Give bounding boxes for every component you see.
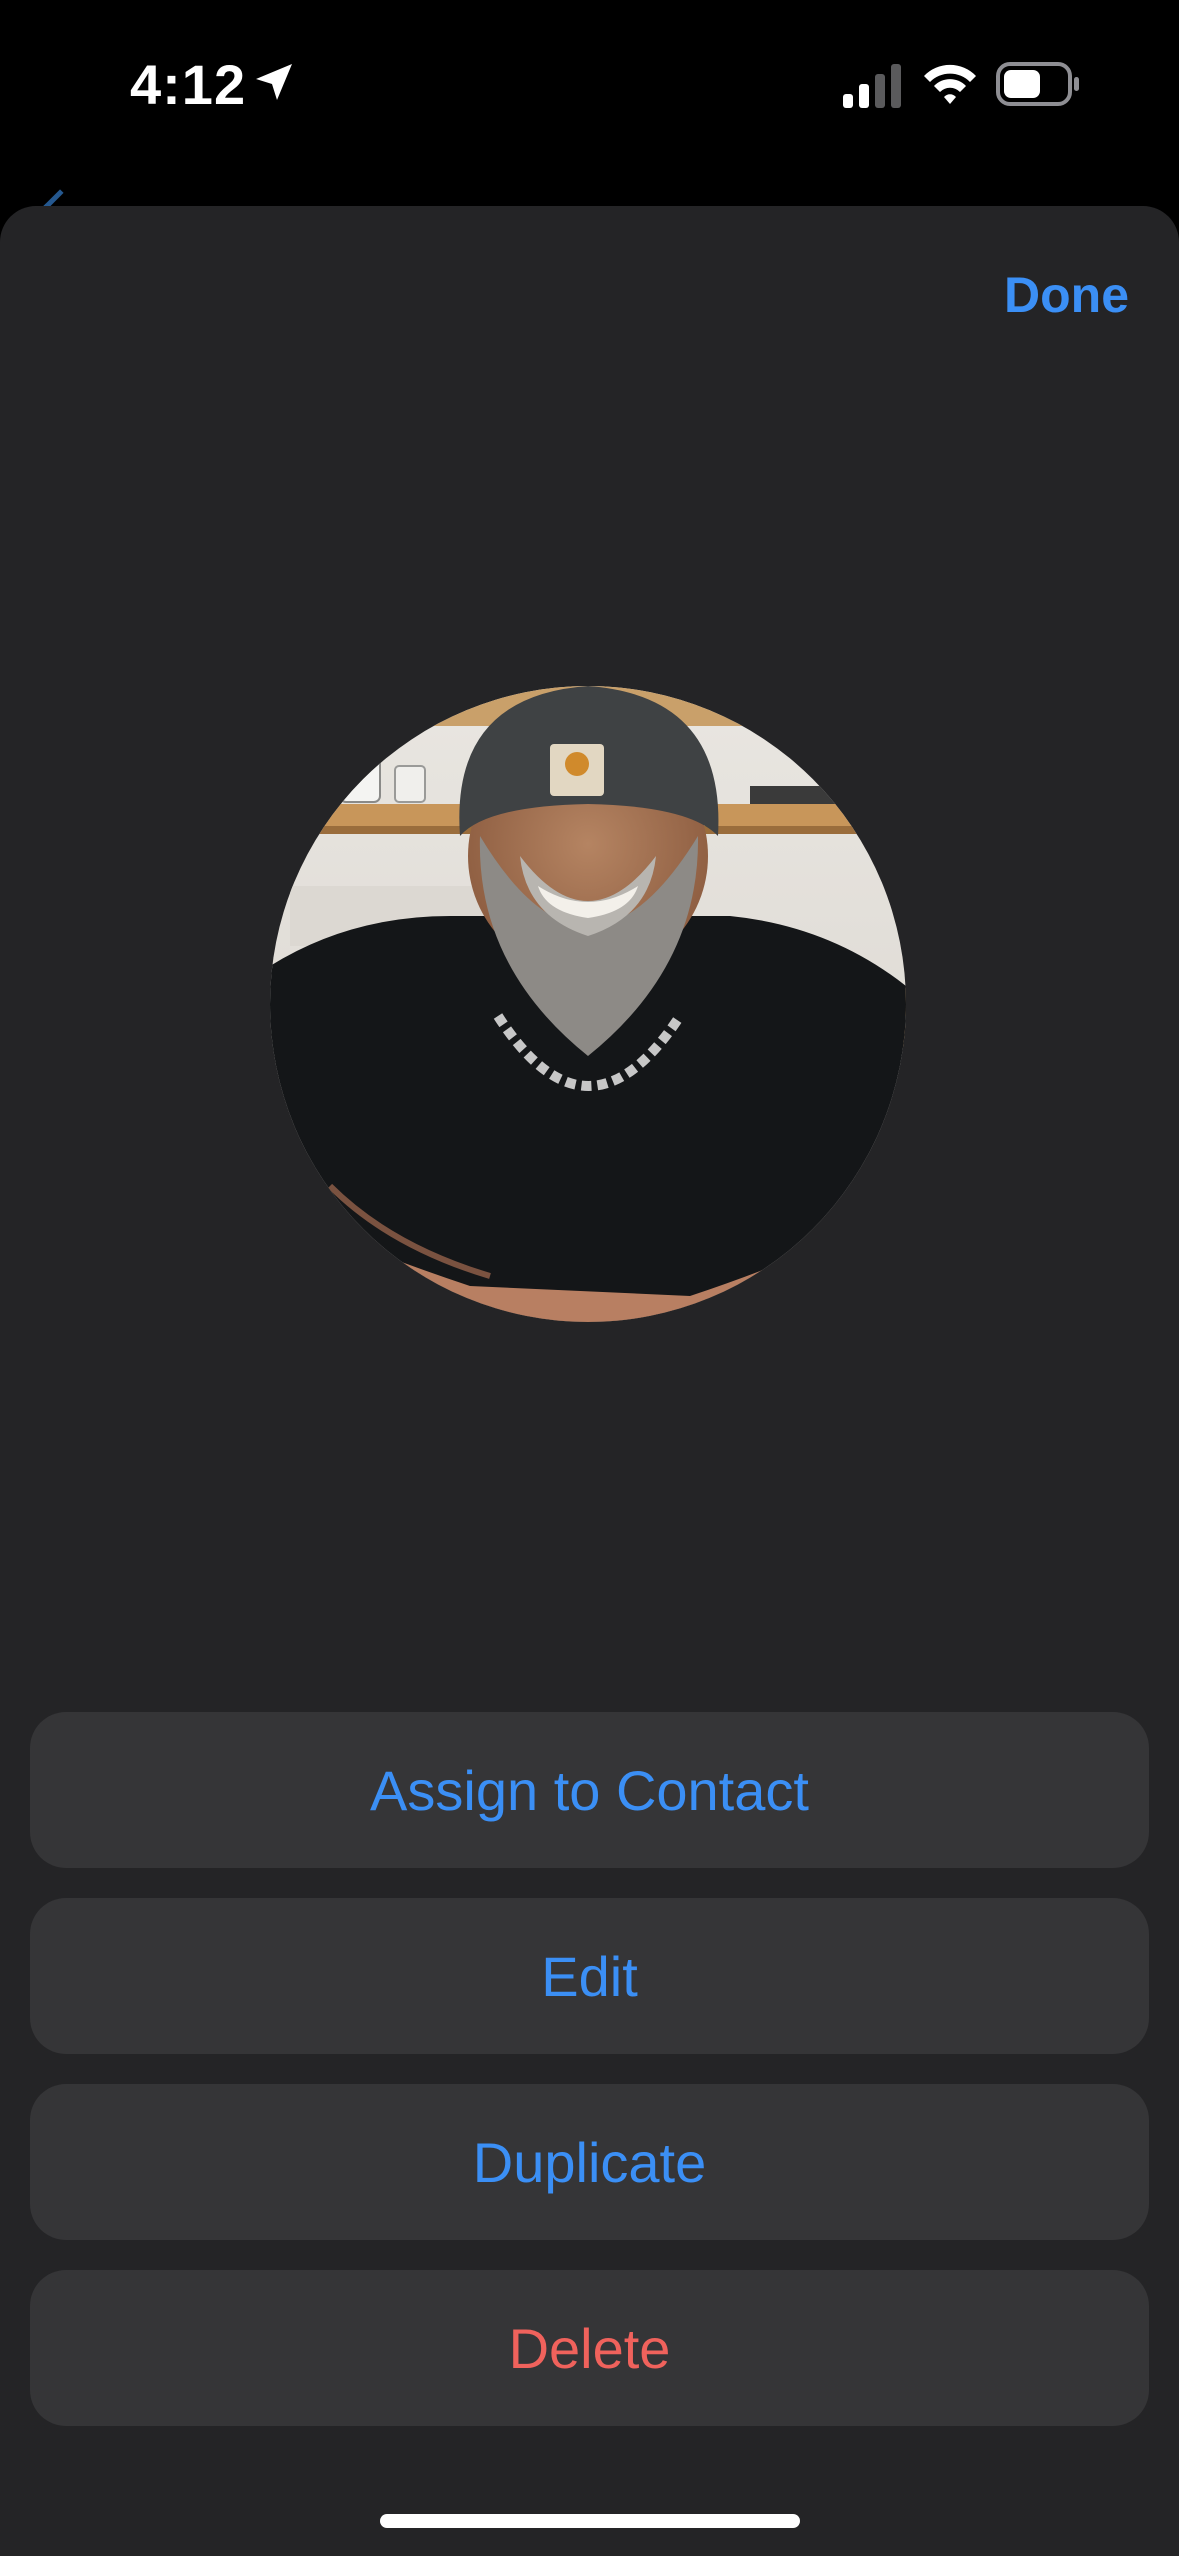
home-indicator[interactable] bbox=[380, 2514, 800, 2528]
assign-to-contact-button[interactable]: Assign to Contact bbox=[30, 1712, 1149, 1868]
battery-icon bbox=[996, 62, 1079, 106]
cellular-signal-icon bbox=[843, 64, 901, 108]
delete-button[interactable]: Delete bbox=[30, 2270, 1149, 2426]
edit-button[interactable]: Edit bbox=[30, 1898, 1149, 2054]
contact-photo-avatar bbox=[270, 686, 906, 1322]
done-button[interactable]: Done bbox=[1004, 266, 1129, 324]
action-list: Assign to Contact Edit Duplicate Delete bbox=[30, 1712, 1149, 2456]
location-arrow-icon bbox=[256, 64, 292, 100]
status-bar: 4:12 bbox=[0, 0, 1179, 175]
contact-photo-sheet: Done Assign to Contact Edit Duplicate De… bbox=[0, 206, 1179, 2556]
duplicate-button[interactable]: Duplicate bbox=[30, 2084, 1149, 2240]
status-time: 4:12 bbox=[130, 53, 247, 116]
wifi-icon bbox=[924, 64, 976, 104]
